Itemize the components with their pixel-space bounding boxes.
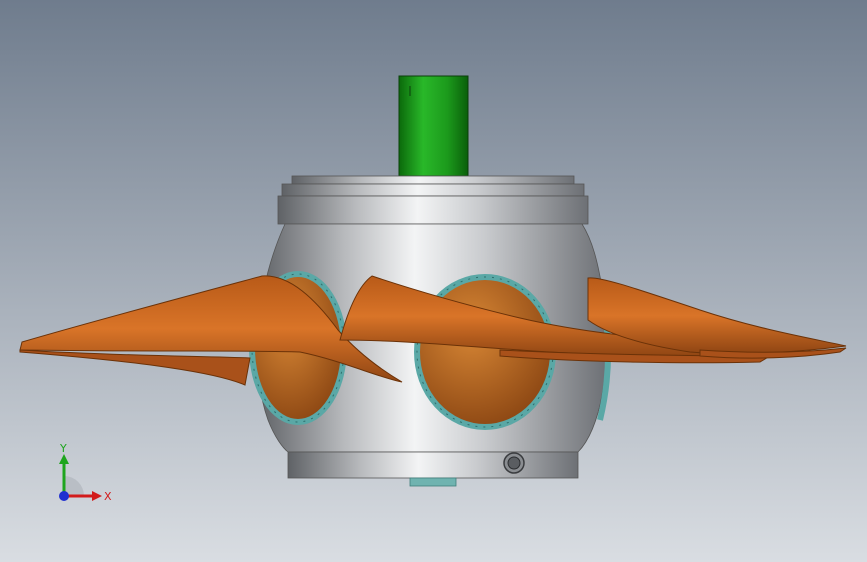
triad-x-label: X (104, 490, 112, 503)
triad-x-arrow (92, 491, 102, 501)
triad-y-label: Y (59, 442, 67, 455)
graphics-viewport[interactable]: Y X (0, 0, 867, 562)
triad-z-axis (59, 491, 69, 501)
shaft[interactable] (398, 75, 469, 177)
triad-y-arrow (59, 454, 69, 464)
reference-triad[interactable]: Y X (40, 440, 120, 510)
cad-model-view[interactable] (0, 0, 867, 562)
